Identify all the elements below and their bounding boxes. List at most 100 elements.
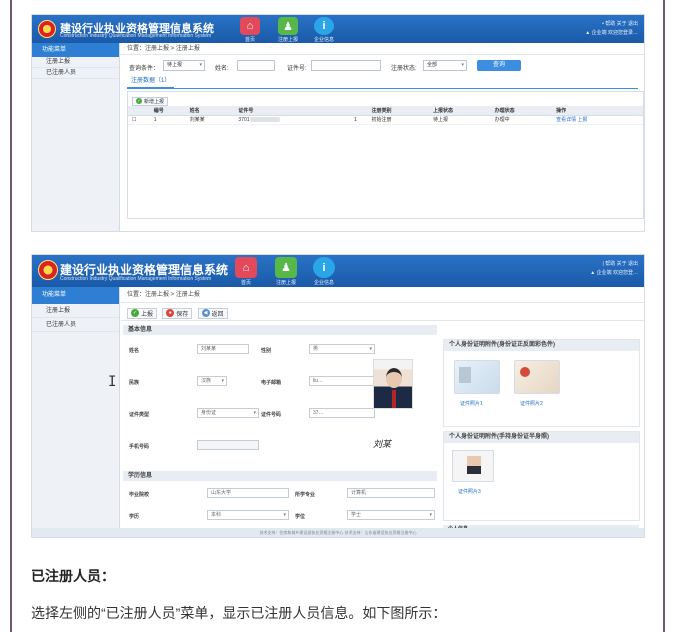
basic-info-section: 基本信息 — [123, 325, 437, 335]
table-header-row: 编号 姓名 证件号 注册类别 上报状态 办理状态 操作 — [128, 106, 643, 116]
email-input[interactable]: liu… — [309, 376, 375, 386]
nav-register[interactable]: ♟ 注册上报 — [270, 17, 306, 43]
condition-label: 查询条件： — [129, 66, 160, 72]
national-emblem-icon — [38, 260, 58, 280]
id-attachment-panel: 个人身份证明附件(身份证正反面彩色件) 证件照片1 证件照片2 — [443, 339, 640, 427]
home-icon: ⌂ — [235, 257, 257, 278]
nav-label: 注册上报 — [277, 37, 298, 43]
nav-company-info[interactable]: i 企业信息 — [306, 17, 342, 43]
school-label: 毕业院校 — [129, 492, 150, 498]
ethnicity-select[interactable]: 汉族 ▾ — [197, 376, 227, 386]
main-content: 位置：注册上报 > 注册上报 ✓ 上报 ● 保存 ◀ 返回 基本信息 姓名 刘某某 性… — [121, 287, 644, 537]
major-input[interactable]: 计算机 — [347, 488, 435, 498]
registration-table: 编号 姓名 证件号 注册类别 上报状态 办理状态 操作 ☐ 1 刘某某 3701… — [128, 106, 643, 125]
breadcrumb: 位置：注册上报 > 注册上报 — [121, 43, 644, 55]
sidebar-item-registered-staff[interactable]: 已注册人员 — [32, 318, 119, 332]
phone-label: 手机号码 — [129, 444, 150, 450]
sidebar-item-registered-staff[interactable]: 已注册人员 — [32, 68, 119, 79]
degree2-label: 学位 — [295, 514, 306, 520]
add-icon: ✓ — [136, 98, 142, 104]
id-type-label: 证件类型 — [129, 412, 150, 418]
id-front-link[interactable]: 证件照片1 — [460, 400, 483, 407]
ethnicity-label: 民族 — [129, 380, 140, 386]
app-header: 建设行业执业资格管理信息系统 Construction Industry Qua… — [32, 15, 644, 43]
degree2-select[interactable]: 学士 ▾ — [347, 510, 435, 520]
nav-register[interactable]: ♟ 注册上报 — [268, 257, 304, 286]
sidebar: 功能菜单 注册上报 已注册人员 — [32, 287, 120, 537]
nav-label: 企业信息 — [313, 37, 334, 43]
applicant-photo — [373, 359, 413, 409]
redacted-block — [249, 116, 280, 122]
name-label: 姓名 — [129, 348, 140, 354]
back-button[interactable]: ◀ 返回 — [197, 307, 228, 319]
education-section: 学历信息 — [123, 471, 437, 481]
data-panel: ✓ 新增上报 编号 姓名 证件号 注册类别 上报状态 办理状态 操作 ☐ 1 刘… — [127, 91, 644, 219]
section-heading: 已注册人员： — [31, 568, 115, 584]
id-number-label: 证件号码 — [261, 412, 282, 418]
register-icon: ♟ — [275, 257, 297, 278]
national-emblem-icon — [38, 20, 56, 38]
nav-home[interactable]: ⌂ 首页 — [228, 257, 264, 286]
back-icon: ◀ — [201, 309, 210, 317]
header-user-links[interactable]: | 帮助 关于 退出 ▲ 企业端 欢迎您登… — [590, 260, 638, 278]
app-subtitle: Construction Industry Qualification Mana… — [60, 276, 212, 282]
sidebar-title: 功能菜单 — [32, 43, 119, 57]
save-button[interactable]: ● 保存 — [162, 307, 193, 319]
row-checkbox[interactable]: ☐ — [128, 115, 150, 125]
nav-home[interactable]: ⌂ 首页 — [232, 17, 268, 43]
name-input[interactable]: 刘某某 — [197, 344, 249, 354]
nav-label: 首页 — [240, 280, 251, 286]
nav-label: 首页 — [244, 37, 255, 43]
id-card-front-image[interactable] — [454, 360, 500, 394]
gender-select[interactable]: 男 ▾ — [309, 344, 375, 354]
header-user-links[interactable]: • 帮助 关于 退出 ▲ 企业端 欢迎您登录… — [585, 20, 638, 38]
nav-company-info[interactable]: i 企业信息 — [306, 257, 342, 286]
sidebar-item-register[interactable]: 注册上报 — [32, 57, 119, 68]
status-label: 注册状态: — [391, 66, 417, 72]
id-number-input[interactable]: 37… — [309, 408, 375, 418]
tab-bar: 注册数据（1） — [127, 77, 638, 89]
table-row[interactable]: ☐ 1 刘某某 3701 1 初始注册 待上报 办理中 查看详情 上报 — [128, 115, 643, 125]
degree-label: 学历 — [129, 514, 140, 520]
handheld-id-panel: 个人身份证明附件(手持身份证半身照) 证件照片3 — [443, 431, 640, 521]
sidebar-title: 功能菜单 — [32, 287, 119, 304]
filter-bar: 查询条件： 待上报 ▾ 姓名: 证件号: 注册状态: 全部 ▾ 查询 — [121, 55, 644, 77]
tab-registration-data[interactable]: 注册数据（1） — [127, 76, 175, 89]
phone-input[interactable] — [197, 440, 259, 450]
sidebar: 功能菜单 注册上报 已注册人员 — [32, 43, 120, 231]
cert-input[interactable] — [311, 60, 381, 71]
id-type-select[interactable]: 身份证 ▾ — [197, 408, 259, 418]
nav-label: 注册上报 — [275, 280, 296, 286]
submit-report-button[interactable]: ✓ 上报 — [127, 307, 158, 319]
id-back-link[interactable]: 证件照片2 — [520, 400, 543, 407]
sidebar-item-register[interactable]: 注册上报 — [32, 304, 119, 318]
handheld-id-title: 个人身份证明附件(手持身份证半身照) — [444, 432, 639, 443]
app-subtitle: Construction Industry Qualification Mana… — [60, 33, 212, 39]
text-cursor-icon: I — [108, 374, 117, 390]
handheld-id-link[interactable]: 证件照片3 — [458, 488, 481, 495]
school-input[interactable]: 山东大学 — [207, 488, 289, 498]
screenshot-registration-form: 建设行业执业资格管理信息系统 Construction Industry Qua… — [31, 254, 645, 538]
signature-image: 刘某 — [373, 440, 392, 450]
search-button[interactable]: 查询 — [477, 60, 521, 71]
row-actions-link[interactable]: 查看详情 上报 — [552, 115, 643, 125]
main-content: 位置：注册上报 > 注册上报 查询条件： 待上报 ▾ 姓名: 证件号: 注册状态:… — [121, 43, 644, 231]
form-toolbar: ✓ 上报 ● 保存 ◀ 返回 — [121, 303, 644, 321]
name-input[interactable] — [237, 60, 275, 71]
name-label: 姓名: — [215, 66, 229, 72]
condition-select[interactable]: 待上报 ▾ — [163, 60, 205, 71]
instruction-paragraph: 选择左侧的“已注册人员”菜单，显示已注册人员信息。如下图所示： — [31, 605, 447, 621]
info-icon: i — [313, 257, 335, 278]
home-icon: ⌂ — [240, 17, 260, 35]
major-label: 所学专业 — [295, 492, 316, 498]
handheld-id-photo[interactable] — [452, 450, 494, 482]
add-report-button[interactable]: ✓ 新增上报 — [132, 96, 169, 106]
degree-select[interactable]: 本科 ▾ — [207, 510, 289, 520]
table-toolbar: ✓ 新增上报 — [128, 92, 643, 106]
id-card-back-image[interactable] — [514, 360, 560, 394]
screenshot-registration-list: 建设行业执业资格管理信息系统 Construction Industry Qua… — [31, 14, 645, 232]
status-select[interactable]: 全部 ▾ — [423, 60, 467, 71]
page-footer: 技术支持：住房和城乡建设部执业资格注册中心 技术支持：山东省建设执业资格注册中心 — [32, 528, 644, 537]
cert-label: 证件号: — [287, 66, 307, 72]
save-icon: ● — [166, 309, 175, 317]
